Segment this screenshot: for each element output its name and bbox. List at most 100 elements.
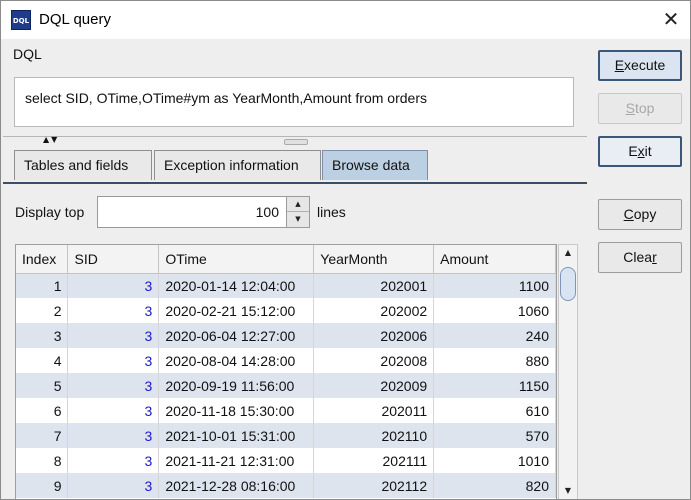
cell-amount[interactable]: 1010 (433, 448, 556, 473)
table-row[interactable]: 3 3 2020-06-04 12:27:00 202006 240 (16, 323, 556, 348)
execute-label-post: xecute (624, 57, 666, 73)
data-grid: Index SID OTime YearMonth Amount 1 3 202… (16, 245, 556, 498)
column-header-yearmonth[interactable]: YearMonth (313, 245, 435, 274)
tab-exception-information[interactable]: Exception information (154, 150, 321, 180)
split-grip-icon[interactable] (284, 139, 308, 145)
tab-strip-underline (3, 182, 587, 184)
table-row[interactable]: 1 3 2020-01-14 12:04:00 202001 1100 (16, 273, 556, 298)
tab-browse-data[interactable]: Browse data (322, 150, 428, 180)
window-title: DQL query (39, 11, 111, 28)
close-icon[interactable]: ✕ (659, 7, 683, 31)
cell-index[interactable]: 4 (16, 348, 69, 373)
cell-yearmonth[interactable]: 202112 (313, 473, 435, 498)
copy-button[interactable]: Copy (598, 199, 682, 230)
column-header-index[interactable]: Index (16, 245, 69, 274)
cell-yearmonth[interactable]: 202006 (313, 323, 435, 348)
execute-button[interactable]: Execute (598, 50, 682, 81)
tab-tables-and-fields[interactable]: Tables and fields (14, 150, 152, 180)
cell-sid[interactable]: 3 (67, 473, 160, 498)
clear-mnemonic: r (652, 249, 657, 265)
cell-sid[interactable]: 3 (67, 423, 160, 448)
cell-sid[interactable]: 3 (67, 373, 160, 398)
table-row[interactable]: 7 3 2021-10-01 15:31:00 202110 570 (16, 423, 556, 448)
dql-query-editor[interactable]: select SID, OTime,OTime#ym as YearMonth,… (14, 77, 574, 127)
table-header-row: Index SID OTime YearMonth Amount (16, 245, 556, 274)
column-header-sid[interactable]: SID (67, 245, 160, 274)
cell-yearmonth[interactable]: 202111 (313, 448, 435, 473)
cell-yearmonth[interactable]: 202110 (313, 423, 435, 448)
table-row[interactable]: 8 3 2021-11-21 12:31:00 202111 1010 (16, 448, 556, 473)
cell-otime[interactable]: 2020-11-18 15:30:00 (158, 398, 315, 423)
exit-mnemonic: x (637, 143, 645, 159)
stop-button[interactable]: Stop (598, 93, 682, 124)
cell-index[interactable]: 7 (16, 423, 69, 448)
table-row[interactable]: 2 3 2020-02-21 15:12:00 202002 1060 (16, 298, 556, 323)
scroll-down-icon[interactable]: ▼ (559, 483, 577, 499)
browse-data-table: Index SID OTime YearMonth Amount 1 3 202… (15, 244, 557, 499)
cell-sid[interactable]: 3 (67, 398, 160, 423)
stop-label-post: top (634, 100, 655, 116)
cell-sid[interactable]: 3 (67, 298, 160, 323)
cell-yearmonth[interactable]: 202009 (313, 373, 435, 398)
clear-button[interactable]: Clear (598, 242, 682, 273)
cell-index[interactable]: 3 (16, 323, 69, 348)
exit-button[interactable]: Exit (598, 136, 682, 167)
copy-mnemonic: C (623, 206, 634, 222)
cell-sid[interactable]: 3 (67, 273, 160, 298)
scrollbar-thumb[interactable] (560, 267, 576, 301)
cell-amount[interactable]: 820 (433, 473, 556, 498)
cell-amount[interactable]: 570 (433, 423, 556, 448)
cell-yearmonth[interactable]: 202011 (313, 398, 435, 423)
cell-index[interactable]: 5 (16, 373, 69, 398)
exit-label-post: it (644, 143, 652, 159)
table-row[interactable]: 6 3 2020-11-18 15:30:00 202011 610 (16, 398, 556, 423)
dql-app-icon: DQL (11, 10, 31, 30)
cell-sid[interactable]: 3 (67, 348, 160, 373)
cell-otime[interactable]: 2020-08-04 14:28:00 (158, 348, 315, 373)
spinner-down-icon[interactable]: ▼ (287, 212, 309, 227)
scroll-up-icon[interactable]: ▲ (559, 245, 577, 261)
cell-otime[interactable]: 2020-06-04 12:27:00 (158, 323, 315, 348)
cell-amount[interactable]: 1100 (433, 273, 556, 298)
cell-sid[interactable]: 3 (67, 448, 160, 473)
split-collapse-arrows-icon[interactable]: ▲▼ (43, 135, 59, 144)
cell-otime[interactable]: 2020-09-19 11:56:00 (158, 373, 315, 398)
cell-otime[interactable]: 2021-10-01 15:31:00 (158, 423, 315, 448)
spinner-up-icon[interactable]: ▲ (287, 197, 309, 212)
cell-amount[interactable]: 1150 (433, 373, 556, 398)
table-vertical-scrollbar[interactable]: ▲ ▼ (558, 244, 578, 499)
title-bar: DQL DQL query ✕ (1, 1, 690, 39)
cell-amount[interactable]: 1060 (433, 298, 556, 323)
spinner-buttons: ▲ ▼ (286, 197, 309, 227)
table-row[interactable]: 5 3 2020-09-19 11:56:00 202009 1150 (16, 373, 556, 398)
table-row[interactable]: 4 3 2020-08-04 14:28:00 202008 880 (16, 348, 556, 373)
cell-otime[interactable]: 2020-02-21 15:12:00 (158, 298, 315, 323)
cell-amount[interactable]: 240 (433, 323, 556, 348)
dql-query-window: DQL DQL query ✕ DQL select SID, OTime,OT… (0, 0, 691, 500)
cell-otime[interactable]: 2021-12-28 08:16:00 (158, 473, 315, 498)
cell-index[interactable]: 8 (16, 448, 69, 473)
clear-label-pre: Clea (623, 249, 653, 265)
dialog-body: DQL select SID, OTime,OTime#ym as YearMo… (1, 39, 690, 499)
table-row[interactable]: 9 3 2021-12-28 08:16:00 202112 820 (16, 473, 556, 498)
exit-label-pre: E (628, 143, 638, 159)
cell-yearmonth[interactable]: 202008 (313, 348, 435, 373)
cell-amount[interactable]: 880 (433, 348, 556, 373)
display-top-value[interactable]: 100 (256, 204, 279, 220)
cell-amount[interactable]: 610 (433, 398, 556, 423)
dql-label: DQL (13, 46, 42, 62)
display-top-spinner[interactable]: 100 ▲ ▼ (97, 196, 310, 228)
cell-index[interactable]: 9 (16, 473, 69, 498)
cell-index[interactable]: 2 (16, 298, 69, 323)
split-divider[interactable] (3, 136, 587, 137)
cell-otime[interactable]: 2021-11-21 12:31:00 (158, 448, 315, 473)
cell-yearmonth[interactable]: 202001 (313, 273, 435, 298)
column-header-otime[interactable]: OTime (158, 245, 315, 274)
copy-label-post: opy (633, 206, 657, 222)
cell-yearmonth[interactable]: 202002 (313, 298, 435, 323)
cell-index[interactable]: 6 (16, 398, 69, 423)
cell-sid[interactable]: 3 (67, 323, 160, 348)
cell-otime[interactable]: 2020-01-14 12:04:00 (158, 273, 315, 298)
cell-index[interactable]: 1 (16, 273, 69, 298)
column-header-amount[interactable]: Amount (433, 245, 556, 274)
